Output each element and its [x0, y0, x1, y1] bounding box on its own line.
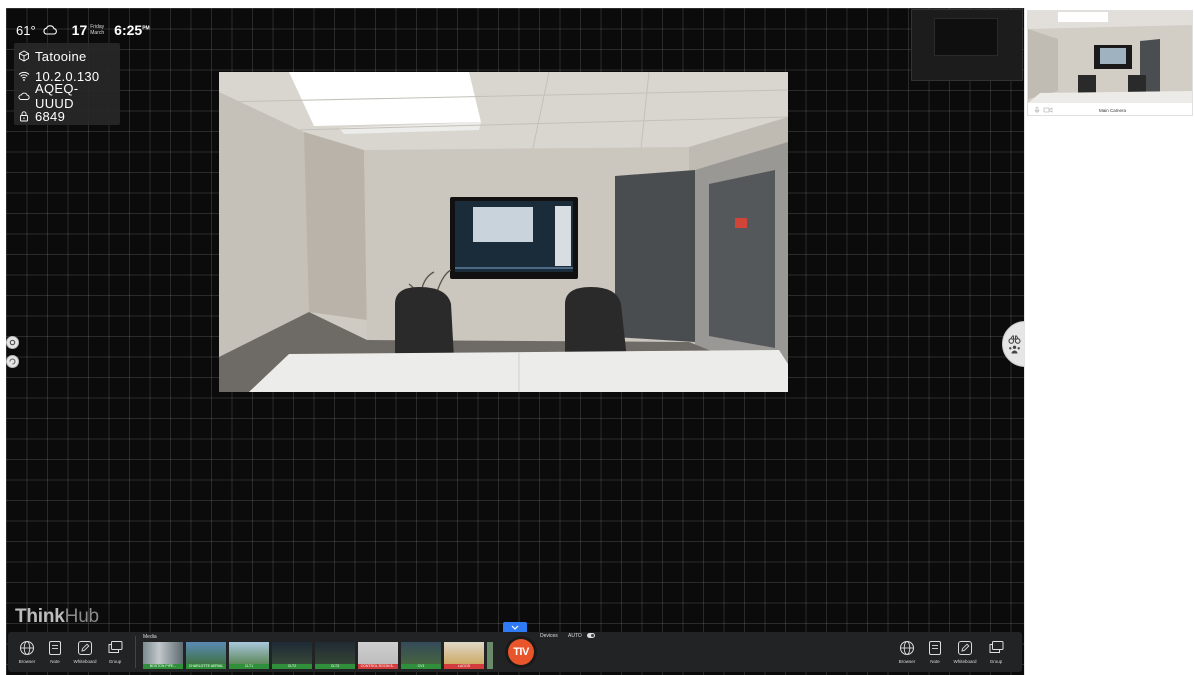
cloud-icon [43, 25, 57, 35]
room-name: Tatooine [35, 48, 87, 64]
note-tool-left[interactable]: Note [42, 640, 68, 664]
media-caption: LAGOS [444, 664, 484, 669]
main-camera-thumbnail [1028, 11, 1192, 103]
media-caption: CLT1 [229, 664, 269, 669]
camera-name-label: Main Camera [1098, 107, 1126, 113]
status-bar: 61° 17 Friday March 6:25PM [16, 20, 150, 40]
camera-caption: Main Camera [1028, 104, 1192, 116]
conference-room-image [219, 72, 788, 392]
media-thumbnail[interactable]: CLT1 [229, 642, 269, 669]
tool-label: Note [50, 659, 60, 664]
cloud-code-row: AQEQ-UUUD [18, 81, 116, 111]
main-camera-card[interactable]: Main Camera [1027, 10, 1193, 116]
brand-hub: Hub [64, 606, 99, 627]
pencil-icon [958, 641, 972, 655]
main-camera-feed[interactable] [219, 72, 788, 392]
temperature: 61° [16, 22, 36, 38]
note-icon [49, 641, 61, 655]
media-thumbnail[interactable]: CHARLOTTE AERIAL [186, 642, 226, 669]
camera-preview-window[interactable] [911, 9, 1023, 81]
day-number: 17 [71, 22, 88, 38]
media-thumbnail[interactable]: CV1 [401, 642, 441, 669]
tool-label: Note [930, 659, 940, 664]
lock-icon [20, 111, 28, 122]
tool-label: Whiteboard [73, 659, 97, 664]
brand-think: Think [15, 606, 65, 627]
globe-icon [20, 641, 34, 655]
microphone-icon[interactable] [1033, 106, 1041, 114]
group-tool-left[interactable]: Group [102, 640, 128, 664]
settings-side-button[interactable] [6, 336, 19, 349]
date-label: Friday March [90, 24, 104, 36]
pencil-icon [78, 641, 92, 655]
auto-label: AUTO [568, 633, 582, 639]
devices-section-label: Devices [540, 633, 558, 639]
media-caption: CONTROL ROOM 8... [358, 664, 398, 669]
group-windows-icon [989, 641, 1004, 653]
group-tool-right[interactable]: Group [983, 640, 1009, 664]
time-value: 6:25 [114, 22, 143, 38]
tiv-logo-mark: TIV [508, 639, 534, 665]
people-icon [1008, 345, 1020, 353]
media-thumbnail[interactable]: CLT3 [315, 642, 355, 669]
sources-sidebar: Main Camera [1024, 8, 1194, 675]
note-icon [929, 641, 941, 655]
group-windows-icon [108, 641, 123, 653]
tray-collapse-button[interactable] [503, 622, 527, 632]
tool-label: Browser [18, 659, 36, 664]
tool-label: Whiteboard [953, 659, 977, 664]
media-thumbnail[interactable]: BOSTON PIPE... [143, 642, 183, 669]
media-thumbnail[interactable]: CLT2 [272, 642, 312, 669]
media-caption: CV1 [401, 664, 441, 669]
rotate-side-button[interactable] [6, 355, 19, 368]
media-thumbnail-partial[interactable] [487, 642, 493, 669]
rotate-icon [9, 358, 16, 365]
chevron-down-icon [511, 625, 519, 630]
cloud-icon [18, 92, 30, 100]
thinkhub-screen: 61° 17 Friday March 6:25PM Tatooine 10.2… [0, 0, 1194, 675]
toolbar-divider [135, 636, 136, 668]
tool-label: Group [108, 659, 122, 664]
media-section-label: Media [143, 634, 157, 640]
whiteboard-tool-right[interactable]: Whiteboard [952, 640, 978, 664]
tiv-logo-button[interactable]: TIV [505, 636, 537, 668]
video-camera-icon[interactable] [1043, 106, 1053, 114]
camera-thumbnail-image [1028, 11, 1192, 103]
media-thumbnail[interactable]: LAGOS [444, 642, 484, 669]
gear-icon [9, 339, 16, 346]
media-caption: CLT2 [272, 664, 312, 669]
globe-icon [900, 641, 914, 655]
room-info-panel: Tatooine 10.2.0.130 AQEQ-UUUD 6849 [14, 43, 120, 125]
note-tool-right[interactable]: Note [922, 640, 948, 664]
ampm: PM [142, 25, 150, 32]
auto-toggle-switch[interactable] [587, 633, 595, 638]
clock: 6:25PM [114, 22, 150, 38]
browser-tool-left[interactable]: Browser [14, 640, 40, 664]
month: March [90, 30, 105, 36]
binoculars-icon [1007, 335, 1021, 344]
tool-label: Browser [898, 659, 916, 664]
browser-tool-right[interactable]: Browser [894, 640, 920, 664]
media-caption: CHARLOTTE AERIAL [186, 664, 226, 669]
wifi-icon [18, 71, 30, 81]
room-name-row: Tatooine [18, 46, 116, 66]
participants-drawer-handle[interactable] [1002, 321, 1024, 367]
cube-icon [19, 50, 29, 62]
pin-code: 6849 [35, 108, 66, 124]
media-caption: BOSTON PIPE... [143, 664, 183, 669]
bottom-toolbar: Browser Note Whiteboard Group Media TIV … [8, 632, 1022, 672]
media-thumbnail[interactable]: CONTROL ROOM 8... [358, 642, 398, 669]
tool-label: Group [989, 659, 1003, 664]
media-caption: CLT3 [315, 664, 355, 669]
preview-screen [934, 18, 998, 56]
cloud-code: AQEQ-UUUD [35, 81, 79, 111]
thinkhub-logo: ThinkHub [15, 606, 99, 628]
whiteboard-tool-left[interactable]: Whiteboard [72, 640, 98, 664]
